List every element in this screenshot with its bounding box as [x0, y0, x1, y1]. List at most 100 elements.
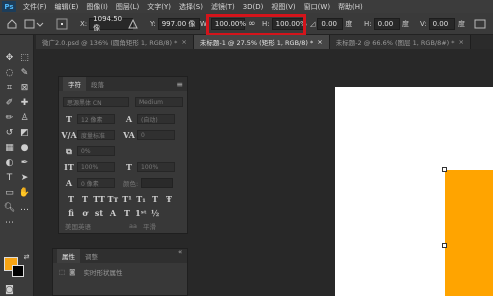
transform-handle[interactable]	[442, 243, 447, 248]
menu-view[interactable]: 视图(V)	[267, 2, 299, 12]
ps-logo-icon: Ps	[2, 1, 16, 12]
panel-header: 字符 段落 ≡	[59, 77, 187, 91]
faux-italic-icon[interactable]: T	[79, 193, 91, 205]
menu-window[interactable]: 窗口(W)	[300, 2, 334, 12]
horizontal-scale-input[interactable]: 100%	[137, 162, 175, 172]
tab-doc-2[interactable]: 未标题-1 @ 27.5% (矩形 1, RGB/8) * ×	[193, 35, 330, 49]
tab-paragraph[interactable]: 段落	[86, 79, 109, 89]
vertical-scale-input[interactable]: 100%	[77, 162, 115, 172]
tab-character[interactable]: 字符	[63, 77, 86, 91]
orange-rectangle-shape[interactable]	[445, 170, 493, 296]
font-style-select[interactable]: Medium	[135, 97, 183, 107]
menu-layer[interactable]: 图层(L)	[112, 2, 143, 12]
highlight-annotation	[206, 14, 306, 36]
gradient-tool-icon[interactable]: ▦	[3, 141, 16, 154]
baseline-shift-icon: A	[65, 178, 73, 188]
menu-image[interactable]: 图像(I)	[82, 2, 112, 12]
menu-3d[interactable]: 3D(D)	[239, 3, 268, 11]
font-size-icon: T	[66, 114, 72, 124]
tab-doc-1[interactable]: 微广2.0.psd @ 136% (圆角矩形 1, RGB/8) * ×	[36, 35, 194, 49]
properties-panel: 属性 调整 ⬚ ◙ 实时形状属性	[52, 248, 188, 296]
oldstyle-icon[interactable]: ơ	[79, 207, 91, 219]
leading-input[interactable]: (自动)	[137, 114, 175, 124]
close-icon[interactable]: ×	[459, 38, 464, 46]
tab-adjustments[interactable]: 调整	[80, 251, 103, 261]
x-input[interactable]: 1094.50 像	[89, 15, 134, 32]
font-size-input[interactable]: 12 像素	[77, 114, 115, 124]
swap-colors-icon[interactable]: ⇄	[20, 250, 33, 263]
delta-icon[interactable]	[128, 17, 138, 31]
shape-tool-icon[interactable]: ▭	[3, 186, 16, 199]
reference-point-icon[interactable]	[56, 17, 72, 31]
type-tool-icon[interactable]: T	[3, 171, 16, 184]
tab-properties[interactable]: 属性	[57, 249, 80, 263]
kerning-select[interactable]: 度量标准	[77, 130, 115, 140]
interpolation-icon[interactable]	[474, 17, 486, 31]
ordinal-icon[interactable]: 1ˢᵗ	[135, 207, 147, 219]
close-icon[interactable]: ×	[181, 38, 186, 46]
history-brush-icon[interactable]: ↺	[3, 126, 16, 139]
menu-file[interactable]: 文件(F)	[19, 2, 51, 12]
zoom-tool-icon[interactable]: 🔍︎	[3, 201, 16, 214]
transform-handle[interactable]	[442, 167, 447, 172]
menu-select[interactable]: 选择(S)	[175, 2, 207, 12]
menu-type[interactable]: 文字(Y)	[143, 2, 175, 12]
eyedropper-icon[interactable]: ✐	[3, 96, 16, 109]
frame-tool-icon[interactable]: ⊠	[18, 81, 31, 94]
titling-icon[interactable]: T	[121, 207, 133, 219]
close-icon[interactable]: ×	[317, 38, 322, 46]
healing-brush-icon[interactable]: ✚	[18, 96, 31, 109]
live-shape-properties-label: 实时形状属性	[83, 269, 123, 277]
font-family-select[interactable]: 思源黑体 CN	[63, 97, 129, 107]
panel-menu-icon[interactable]: ≡	[176, 80, 183, 89]
quick-select-icon[interactable]: ✎	[18, 66, 31, 79]
crop-tool-icon[interactable]: ⌗	[3, 81, 16, 94]
y-input[interactable]: 997.00 像	[157, 18, 200, 30]
alternates-icon[interactable]: A	[107, 207, 119, 219]
quick-mask-icon[interactable]: ◙	[3, 283, 16, 296]
angle-input[interactable]: 0.00	[317, 18, 344, 30]
tab-doc-3[interactable]: 未标题-2 @ 66.6% (图层 1, RGB/8#) * ×	[329, 35, 471, 49]
path-select-icon[interactable]: ➤	[18, 171, 31, 184]
menu-help[interactable]: 帮助(H)	[334, 2, 367, 12]
faux-bold-icon[interactable]: T	[65, 193, 77, 205]
menu-filter[interactable]: 滤镜(T)	[207, 2, 239, 12]
fraction-icon[interactable]: ½	[149, 207, 161, 219]
dodge-tool-icon[interactable]: ◐	[3, 156, 16, 169]
superscript-icon[interactable]: T¹	[121, 193, 133, 205]
lasso-tool-icon[interactable]: ◌	[3, 66, 16, 79]
stamp-tool-icon[interactable]: ♙	[18, 111, 31, 124]
v-skew-input[interactable]: 0.00	[428, 18, 455, 30]
all-caps-icon[interactable]: TT	[93, 193, 105, 205]
anti-alias-select[interactable]: 平滑	[143, 221, 156, 231]
subscript-icon[interactable]: T₁	[135, 193, 147, 205]
baseline-shift-input[interactable]: 0 像素	[77, 178, 115, 188]
home-icon[interactable]	[6, 17, 18, 31]
hand-tool-icon[interactable]: ✋	[18, 186, 31, 199]
tracking-input[interactable]: 0	[137, 130, 175, 140]
blur-tool-icon[interactable]: ●	[18, 141, 31, 154]
document-tabs: 微广2.0.psd @ 136% (圆角矩形 1, RGB/8) * × 未标题…	[36, 35, 493, 49]
ligature-icon[interactable]: fi	[65, 207, 77, 219]
tool-preset-icon[interactable]	[24, 17, 44, 31]
edit-toolbar-icon[interactable]: ⋯	[3, 216, 16, 229]
small-caps-icon[interactable]: Tт	[107, 193, 119, 205]
text-color-swatch[interactable]	[141, 178, 174, 188]
eraser-tool-icon[interactable]: ◩	[18, 126, 31, 139]
scale-percent-input[interactable]: 0%	[77, 146, 115, 156]
marquee-tool-icon[interactable]: ⬚	[18, 51, 31, 64]
h-skew-input[interactable]: 0.00	[373, 18, 400, 30]
move-tool-icon[interactable]: ✥	[3, 51, 16, 64]
underline-icon[interactable]: T	[149, 193, 161, 205]
strikethrough-icon[interactable]: Ŧ	[163, 193, 175, 205]
more-tools-icon[interactable]: …	[18, 201, 31, 214]
mask-icon: ◙	[69, 268, 76, 276]
collapse-icon[interactable]: «	[178, 248, 186, 256]
pen-tool-icon[interactable]: ✒	[18, 156, 31, 169]
h-skew-label: H:	[364, 20, 372, 28]
brush-tool-icon[interactable]: ✏	[3, 111, 16, 124]
background-color-swatch[interactable]	[12, 265, 24, 277]
swash-icon[interactable]: st	[93, 207, 105, 219]
menu-edit[interactable]: 编辑(E)	[51, 2, 83, 12]
language-select[interactable]: 美国英语	[65, 221, 121, 231]
